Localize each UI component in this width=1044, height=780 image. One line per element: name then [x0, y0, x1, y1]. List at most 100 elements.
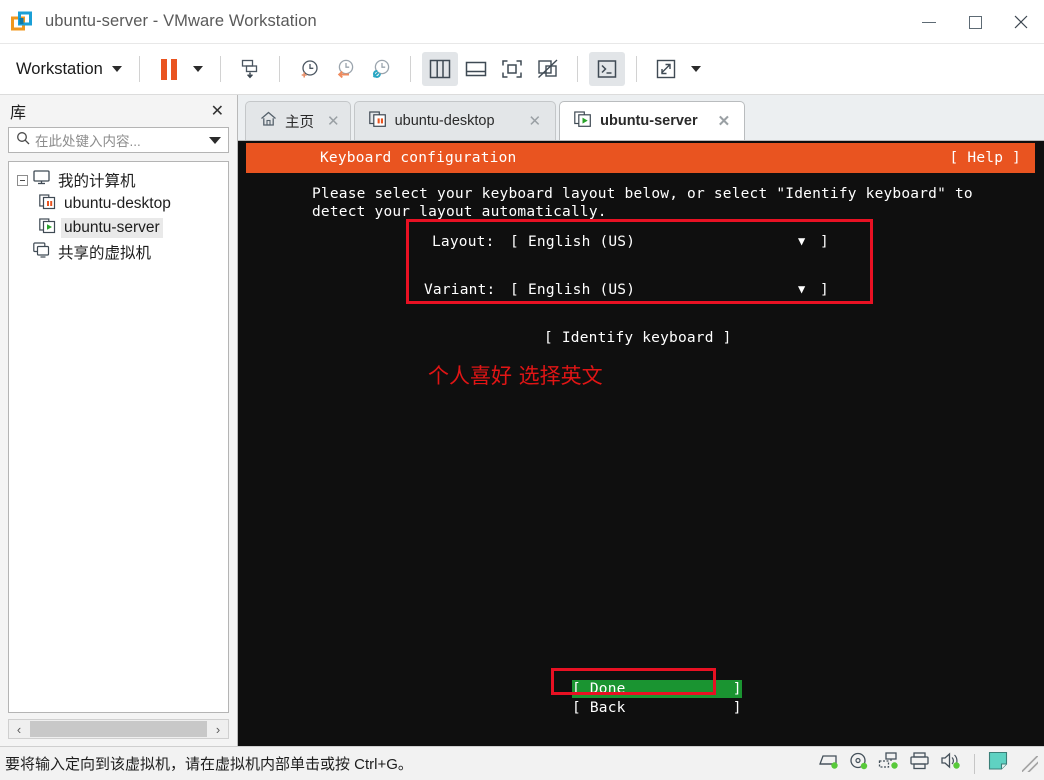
main-area: 库 ✕ 在此处键入内容... 我的计算机 ubuntu-desktop ubun…: [0, 95, 1044, 746]
pause-dropdown[interactable]: [187, 52, 209, 86]
clock-plus-icon: [301, 60, 318, 78]
installer-body: Please select your keyboard layout below…: [238, 175, 1044, 746]
vm-panel: 主页 ✕ ubuntu-desktop ✕ ubuntu-server ✕ Ke…: [238, 95, 1044, 746]
tab-ubuntu-desktop[interactable]: ubuntu-desktop ✕: [353, 101, 557, 140]
tree-item-label: 我的计算机: [58, 173, 136, 190]
close-button[interactable]: [998, 0, 1044, 44]
annotation-text: 个人喜好 选择英文: [428, 364, 603, 388]
manage-snapshots-button[interactable]: [363, 52, 399, 86]
computer-icon: [33, 170, 50, 190]
expand-arrows-icon: [656, 59, 676, 79]
chevron-down-icon[interactable]: [209, 136, 221, 144]
tab-label: ubuntu-desktop: [394, 113, 495, 129]
toolbar-divider: [635, 56, 637, 82]
unity-mode-button[interactable]: [530, 52, 566, 86]
chevron-down-icon: [111, 66, 122, 72]
search-icon: [16, 131, 30, 150]
instruction-line-1: Please select your keyboard layout below…: [312, 186, 973, 202]
tab-ubuntu-server[interactable]: ubuntu-server ✕: [559, 101, 746, 140]
library-header: 库 ✕: [0, 95, 237, 127]
library-close-button[interactable]: ✕: [208, 101, 227, 121]
chevron-down-icon: [192, 66, 203, 72]
tree-item-ubuntu-desktop[interactable]: ubuntu-desktop: [9, 192, 228, 216]
window-title: ubuntu-server - VMware Workstation: [45, 12, 317, 30]
workstation-menu-button[interactable]: Workstation: [14, 56, 128, 83]
show-thumbnail-bar-button[interactable]: [458, 52, 494, 86]
tree-item-label: 共享的虚拟机: [58, 245, 152, 262]
expander-icon[interactable]: [17, 174, 28, 186]
layout-variant-callout: [406, 219, 873, 304]
instruction-line-2: detect your layout automatically.: [312, 204, 607, 220]
home-icon: [260, 111, 277, 131]
snapshot-save-icon: [241, 59, 257, 79]
status-message: 要将输入定向到该虚拟机，请在虚拟机内部单击或按 Ctrl+G。: [5, 756, 413, 773]
scroll-right-arrow[interactable]: ›: [208, 720, 228, 738]
network-adapter-status-icon[interactable]: [878, 752, 900, 775]
tab-close-icon[interactable]: ✕: [529, 112, 542, 130]
cd-dvd-status-icon[interactable]: [849, 752, 869, 775]
toolbar-divider: [409, 56, 411, 82]
done-button-callout: [551, 668, 716, 695]
full-screen-button[interactable]: [494, 52, 530, 86]
close-icon: [1014, 15, 1028, 29]
minimize-icon: [922, 21, 936, 23]
stretch-view-button[interactable]: [648, 52, 684, 86]
toolbar-divider: [576, 56, 578, 82]
tree-item-ubuntu-server[interactable]: ubuntu-server: [9, 216, 228, 240]
maximize-icon: [968, 15, 982, 29]
snapshot-manager-button[interactable]: [232, 52, 268, 86]
library-panel: 库 ✕ 在此处键入内容... 我的计算机 ubuntu-desktop ubun…: [0, 95, 238, 746]
title-bar: ubuntu-server - VMware Workstation: [0, 0, 1044, 44]
back-button[interactable]: [ Back ]: [572, 699, 742, 717]
window-controls: [906, 0, 1044, 44]
show-library-button[interactable]: [421, 52, 458, 86]
tab-label: 主页: [285, 114, 314, 131]
clock-back-icon: [337, 59, 354, 79]
revert-snapshot-button[interactable]: [327, 52, 363, 86]
unity-mode-icon: [537, 59, 558, 79]
toolbar-divider: [219, 56, 221, 82]
stretch-dropdown[interactable]: [684, 52, 708, 86]
chevron-down-icon: [690, 66, 701, 72]
status-bar: 要将输入定向到该虚拟机，请在虚拟机内部单击或按 Ctrl+G。: [0, 746, 1044, 780]
tab-label: ubuntu-server: [600, 113, 698, 129]
tab-home[interactable]: 主页 ✕: [245, 101, 351, 140]
shared-vms-icon: [33, 241, 50, 263]
pause-button[interactable]: [151, 52, 187, 86]
tab-close-icon[interactable]: ✕: [718, 112, 731, 130]
library-title: 库: [10, 105, 27, 122]
take-snapshot-button[interactable]: [291, 52, 327, 86]
tree-item-my-computer[interactable]: 我的计算机: [9, 168, 228, 192]
sound-card-status-icon[interactable]: [940, 752, 962, 775]
clock-wrench-icon: [372, 59, 390, 78]
device-status-icons: [818, 751, 1044, 776]
vm-suspended-icon: [39, 193, 56, 215]
resize-grip-icon[interactable]: [1022, 755, 1038, 772]
fullscreen-icon: [502, 60, 522, 78]
tree-item-shared-vms[interactable]: 共享的虚拟机: [9, 240, 228, 264]
scrollbar-thumb[interactable]: [30, 721, 207, 737]
tab-close-icon[interactable]: ✕: [327, 112, 340, 130]
library-horizontal-scrollbar[interactable]: ‹ ›: [8, 719, 229, 739]
vm-running-icon: [574, 110, 592, 132]
printer-status-icon[interactable]: [909, 752, 931, 775]
pause-icon: [160, 58, 177, 80]
identify-keyboard-button[interactable]: [ Identify keyboard ]: [544, 330, 732, 346]
workstation-menu-label: Workstation: [16, 59, 103, 78]
installer-title: Keyboard configuration: [320, 150, 517, 166]
vm-suspended-icon: [368, 110, 387, 132]
minimize-button[interactable]: [906, 0, 952, 44]
scroll-left-arrow[interactable]: ‹: [9, 720, 29, 738]
vmware-workstation-window: ubuntu-server - VMware Workstation Works…: [0, 0, 1044, 780]
console-view-button[interactable]: [588, 52, 625, 86]
hard-disk-status-icon[interactable]: [818, 752, 840, 775]
library-search-box[interactable]: 在此处键入内容...: [8, 127, 229, 153]
toolbar-divider: [278, 56, 280, 82]
message-log-icon[interactable]: [987, 751, 1009, 776]
status-divider: [974, 753, 975, 774]
vm-console-screen[interactable]: Keyboard configuration [ Help ] Please s…: [238, 141, 1044, 746]
maximize-button[interactable]: [952, 0, 998, 44]
help-button[interactable]: [ Help ]: [950, 150, 1021, 166]
vm-running-icon: [39, 217, 56, 239]
search-input[interactable]: 在此处键入内容...: [35, 130, 204, 150]
